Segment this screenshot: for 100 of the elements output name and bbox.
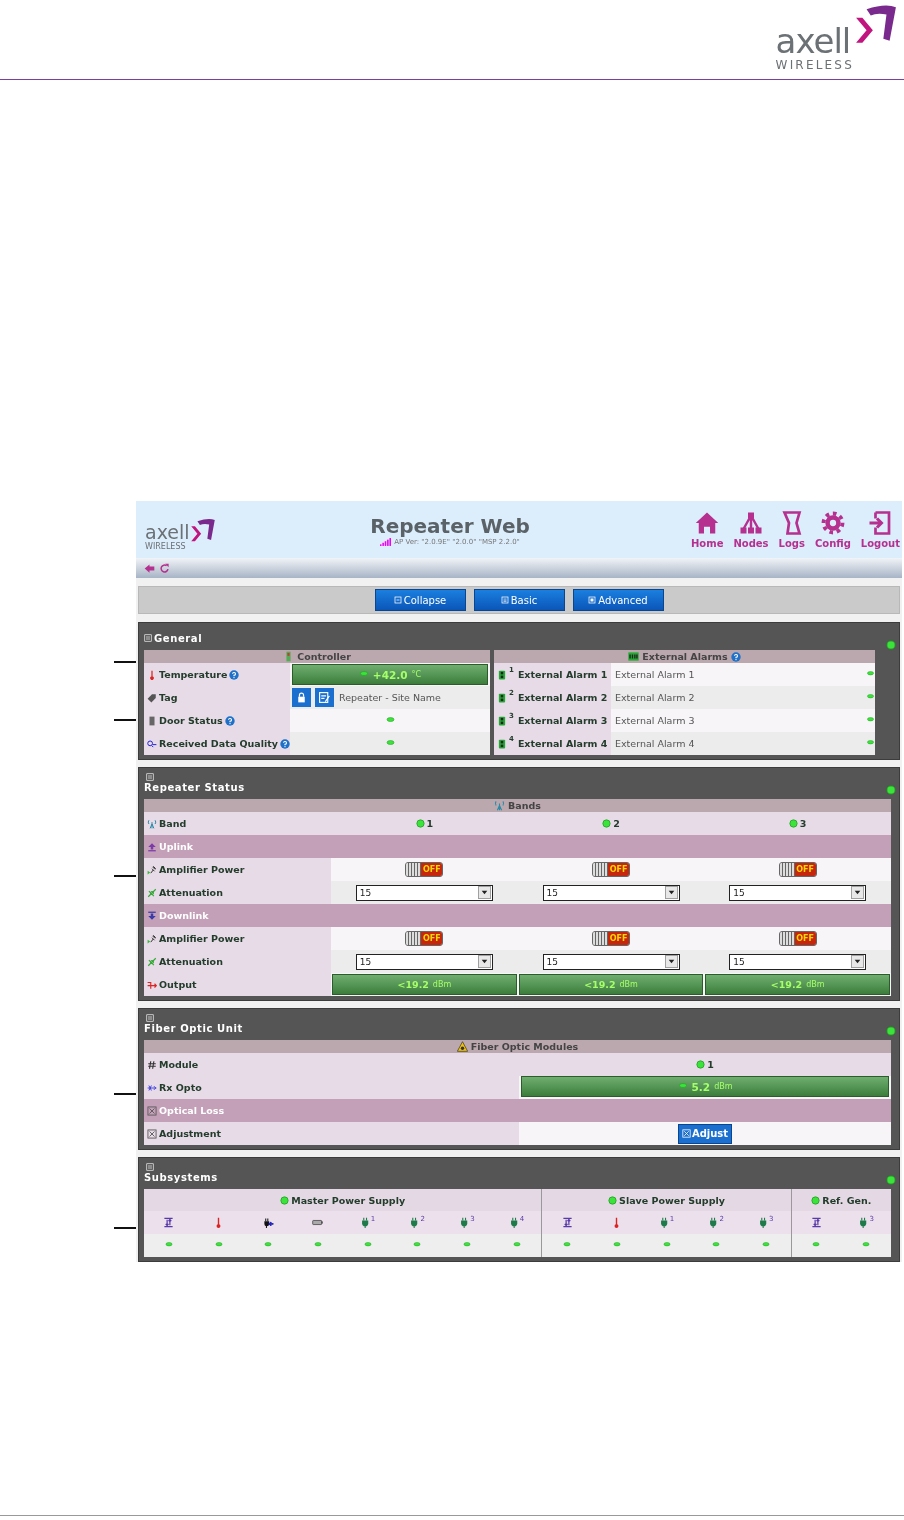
- caret-icon: [664, 955, 678, 968]
- dropdown[interactable]: 15: [729, 953, 867, 970]
- meter-value: <19.2: [770, 979, 803, 990]
- antenna-icon: [494, 800, 506, 811]
- alarm-icon: [497, 715, 507, 726]
- status-led-icon: [886, 640, 896, 650]
- logout-icon: [868, 510, 893, 535]
- panel-title: Subsystems: [144, 1172, 218, 1183]
- band-number: 1: [426, 818, 434, 829]
- meter-value: 5.2: [691, 1080, 711, 1093]
- dropdown[interactable]: 15: [355, 884, 493, 901]
- status-led-icon: [711, 1242, 722, 1249]
- box-icon: [147, 1128, 157, 1139]
- toggle-switch[interactable]: OFF: [592, 862, 630, 877]
- status-led-icon: [163, 1242, 174, 1249]
- help-icon[interactable]: [730, 651, 741, 662]
- header-text: Bands: [508, 800, 541, 811]
- band-number: 3: [799, 818, 807, 829]
- swap-icon: [561, 1217, 573, 1228]
- status-led-icon: [263, 1242, 274, 1249]
- header-text: Fiber Optic Modules: [470, 1041, 579, 1052]
- status-led-icon: [511, 1242, 522, 1249]
- collapse-icon[interactable]: [146, 1014, 154, 1022]
- tag-value: Repeater - Site Name: [339, 692, 441, 703]
- adjust-button[interactable]: Adjust: [677, 1123, 733, 1144]
- alarm-name: External Alarm 3: [615, 715, 695, 726]
- nav-link[interactable]: Config: [814, 510, 851, 549]
- app-title: Repeater Web: [370, 513, 530, 538]
- warning-icon: [456, 1041, 468, 1052]
- row-label: Adjustment: [159, 1128, 221, 1139]
- meter-unit: dBm: [806, 980, 825, 989]
- view-button[interactable]: Basic: [473, 589, 565, 611]
- view-button[interactable]: Advanced: [572, 589, 664, 611]
- nav-link[interactable]: Nodes: [733, 510, 769, 549]
- attenuator-icon: [147, 956, 157, 967]
- amplifier-icon: [147, 933, 157, 944]
- status-led-icon: [608, 1195, 618, 1205]
- toggle-switch[interactable]: OFF: [405, 862, 444, 877]
- toggle-switch[interactable]: OFF: [778, 862, 817, 877]
- alarm-icon: [497, 738, 507, 749]
- dropdown[interactable]: 15: [542, 953, 680, 970]
- dropdown[interactable]: 15: [355, 953, 493, 970]
- module-number: 1: [707, 1059, 714, 1070]
- status-led-icon: [811, 1242, 822, 1249]
- meter-unit: dBm: [432, 980, 452, 989]
- status-led-icon: [362, 1242, 373, 1249]
- nav-link[interactable]: Logs: [778, 510, 805, 549]
- section-title: Uplink: [159, 841, 194, 852]
- row-label: Received Data Quality: [159, 738, 278, 749]
- door-icon: [147, 715, 157, 726]
- plug-icon: [359, 1217, 371, 1228]
- amplifier-icon: [147, 864, 157, 875]
- dropdown[interactable]: 15: [542, 884, 680, 901]
- status-led-icon: [866, 740, 875, 747]
- status-led-icon: [866, 671, 875, 678]
- row-label: Rx Opto: [159, 1082, 202, 1093]
- box-icon: [681, 1129, 691, 1138]
- collapse-icon[interactable]: [146, 1163, 154, 1171]
- back-icon[interactable]: [144, 562, 155, 574]
- meter-value: <19.2: [397, 979, 429, 990]
- attenuator-icon: [147, 887, 157, 898]
- logo-tagline: WIRELESS: [775, 58, 854, 72]
- view-button[interactable]: Collapse: [374, 589, 466, 611]
- collapse-icon: [393, 596, 402, 604]
- toggle-switch[interactable]: OFF: [778, 931, 817, 946]
- toggle-switch[interactable]: OFF: [592, 931, 630, 946]
- section-title: Downlink: [159, 910, 209, 921]
- refresh-icon[interactable]: [159, 562, 170, 574]
- nav-link[interactable]: Home: [690, 510, 724, 549]
- row-label: Band: [159, 818, 187, 829]
- help-icon[interactable]: [224, 715, 235, 726]
- collapse-icon[interactable]: [144, 634, 152, 642]
- collapse-icon[interactable]: [146, 773, 154, 781]
- row-label: Amplifier Power: [159, 933, 245, 944]
- nav-link[interactable]: Logout: [860, 510, 900, 549]
- status-led-icon: [811, 1195, 821, 1205]
- status-led-icon: [788, 819, 798, 828]
- help-icon[interactable]: [279, 738, 290, 749]
- status-led-icon: [358, 670, 369, 679]
- tag-icon: [147, 692, 157, 703]
- row-label: Output: [159, 979, 197, 990]
- caret-icon: [851, 886, 865, 899]
- status-led-icon: [866, 717, 875, 724]
- alarm-panel-icon: [628, 651, 640, 662]
- dropdown[interactable]: 15: [729, 884, 867, 901]
- home-icon: [695, 510, 720, 535]
- logo-wordmark: axell: [145, 522, 190, 542]
- row-label: External Alarm 4: [517, 738, 608, 749]
- lock-button[interactable]: [292, 688, 311, 707]
- alarm-name: External Alarm 2: [615, 692, 695, 703]
- caret-icon: [477, 955, 491, 968]
- status-led-icon: [312, 1242, 323, 1249]
- meter-value: +42.0: [372, 668, 408, 681]
- toggle-switch[interactable]: OFF: [405, 931, 444, 946]
- edit-button[interactable]: [315, 688, 334, 707]
- help-icon[interactable]: [229, 669, 240, 680]
- lock-icon: [295, 691, 308, 704]
- status-led-icon: [886, 1175, 896, 1185]
- status-led-icon: [280, 1195, 290, 1205]
- row-label: External Alarm 3: [517, 715, 608, 726]
